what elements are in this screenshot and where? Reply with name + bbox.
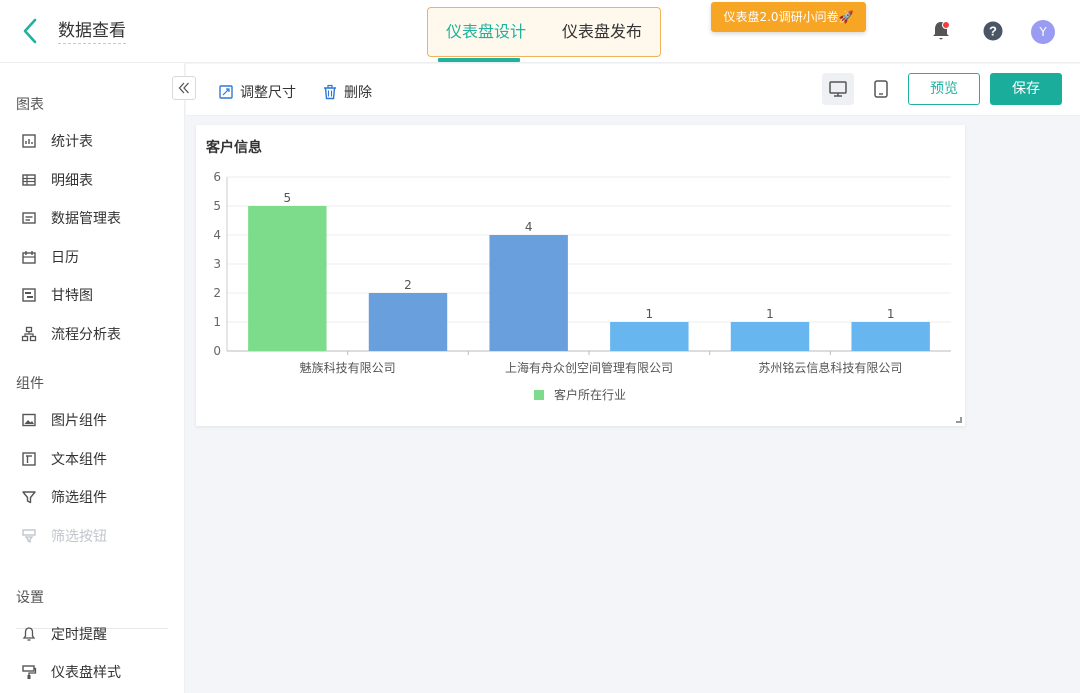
text-icon (22, 452, 36, 466)
sidebar-item-stat-table[interactable]: 统计表 (20, 130, 93, 152)
save-button[interactable]: 保存 (990, 73, 1062, 105)
y-tick-label: 0 (213, 344, 221, 358)
double-chevron-left-icon (178, 82, 189, 94)
calendar-icon (22, 251, 36, 264)
x-category-label: 苏州铭云信息科技有限公司 (758, 360, 902, 375)
trash-icon (324, 84, 336, 100)
gantt-icon (22, 288, 36, 302)
desktop-view-button[interactable] (822, 73, 854, 105)
sidebar-item-text-component[interactable]: 文本组件 (20, 448, 107, 470)
active-tab-indicator (438, 58, 520, 62)
bar-chart: 0 1 2 3 4 5 6 5 魅族科技有限公司 2 4 上海有舟众创空间管理有限公司 1 1 苏州铭云信息… (213, 170, 951, 402)
bar (851, 322, 930, 351)
y-tick-label: 2 (213, 286, 221, 300)
tab-dashboard-design[interactable]: 仪表盘设计 (428, 8, 544, 56)
bar (610, 322, 689, 351)
bar (730, 322, 810, 351)
editor-toolbar: 调整尺寸 删除 预览 保存 (186, 64, 1080, 116)
bar-value-label: 2 (404, 278, 412, 292)
sidebar-item-label: 明细表 (51, 173, 93, 189)
resize-button[interactable]: 调整尺寸 (218, 82, 296, 102)
sidebar-item-label: 统计表 (51, 134, 93, 150)
delete-button[interactable]: 删除 (322, 82, 372, 102)
desktop-icon (829, 81, 847, 97)
sidebar-item-detail-table[interactable]: 明细表 (20, 169, 93, 191)
sidebar-item-label: 仪表盘样式 (51, 665, 121, 681)
section-title-components: 组件 (16, 376, 44, 392)
y-tick-label: 4 (213, 228, 221, 242)
sidebar-item-label: 定时提醒 (51, 627, 107, 643)
bar (489, 235, 568, 351)
y-tick-label: 1 (213, 315, 221, 329)
sidebar-item-gantt[interactable]: 甘特图 (20, 284, 93, 306)
x-category-label: 魅族科技有限公司 (300, 360, 396, 375)
sidebar-item-filter-component[interactable]: 筛选组件 (20, 486, 107, 508)
sidebar-item-flow-analysis[interactable]: 流程分析表 (20, 323, 121, 345)
mode-tabs: 仪表盘设计 仪表盘发布 (427, 7, 661, 57)
sidebar-item-label: 流程分析表 (51, 327, 121, 343)
sidebar-item-data-manage[interactable]: 数据管理表 (20, 207, 121, 229)
bar-value-label: 1 (887, 307, 895, 321)
flow-icon (21, 326, 37, 342)
image-icon (22, 413, 36, 427)
sidebar-item-label: 图片组件 (51, 413, 107, 429)
sidebar-item-image-component[interactable]: 图片组件 (20, 409, 107, 431)
reminder-icon (22, 627, 36, 641)
user-avatar[interactable]: Y (1031, 20, 1055, 44)
resize-icon (219, 85, 233, 99)
back-arrow-icon[interactable] (18, 16, 42, 46)
sidebar-item-calendar[interactable]: 日历 (20, 246, 79, 268)
collapse-sidebar-button[interactable] (172, 76, 196, 100)
bar (368, 293, 448, 351)
resize-label: 调整尺寸 (240, 85, 296, 101)
section-title-settings: 设置 (16, 590, 44, 606)
page-title[interactable]: 数据查看 (58, 21, 126, 44)
delete-label: 删除 (344, 85, 372, 101)
bar-value-label: 1 (646, 307, 654, 321)
section-title-charts: 图表 (16, 97, 44, 113)
sidebar-item-label: 日历 (51, 250, 79, 266)
sidebar-item-filter-button: 筛选按钮 (20, 525, 107, 547)
bar-value-label: 1 (766, 307, 774, 321)
sidebar-item-dashboard-style[interactable]: 仪表盘样式 (20, 661, 121, 683)
stat-table-icon (22, 134, 36, 148)
bell-icon[interactable] (929, 19, 953, 43)
y-tick-label: 5 (213, 199, 221, 213)
data-manage-icon (22, 212, 36, 224)
tab-dashboard-publish[interactable]: 仪表盘发布 (544, 8, 660, 56)
component-sidebar: 图表 统计表 明细表 数据管理表 日历 甘特图 流程分析表 组件 图片组件 文本… (0, 63, 185, 693)
y-tick-label: 3 (213, 257, 221, 271)
sidebar-item-label: 筛选按钮 (51, 529, 107, 545)
survey-badge[interactable]: 仪表盘2.0调研小问卷🚀 (711, 2, 866, 32)
svg-text:?: ? (989, 24, 997, 39)
style-icon (22, 665, 37, 679)
bar-value-label: 4 (525, 220, 533, 234)
chart-widget-customer-info[interactable]: 客户信息 0 1 2 3 4 5 6 5 魅族科技有限公司 2 4 上海有舟众创空间管理有限公司 1 1 苏… (196, 125, 965, 426)
legend-label: 客户所在行业 (554, 387, 626, 402)
resize-handle[interactable] (956, 417, 962, 423)
sidebar-item-label: 数据管理表 (51, 211, 121, 227)
filter-icon (22, 491, 36, 504)
detail-table-icon (22, 174, 36, 186)
y-tick-label: 6 (213, 170, 221, 184)
preview-button[interactable]: 预览 (908, 73, 980, 105)
tablet-icon (874, 80, 888, 98)
help-icon[interactable]: ? (981, 19, 1005, 43)
sidebar-item-label: 筛选组件 (51, 490, 107, 506)
sidebar-item-label: 甘特图 (51, 288, 93, 304)
sidebar-item-reminder[interactable]: 定时提醒 (20, 623, 107, 645)
bar (248, 206, 327, 351)
sidebar-item-label: 文本组件 (51, 452, 107, 468)
x-category-label: 上海有舟众创空间管理有限公司 (505, 360, 673, 375)
bar-value-label: 5 (284, 191, 292, 205)
mobile-view-button[interactable] (865, 73, 897, 105)
legend-swatch (534, 390, 544, 400)
top-header: 数据查看 仪表盘设计 仪表盘发布 仪表盘2.0调研小问卷🚀 ? Y (0, 0, 1080, 63)
filter-button-icon (22, 529, 36, 544)
